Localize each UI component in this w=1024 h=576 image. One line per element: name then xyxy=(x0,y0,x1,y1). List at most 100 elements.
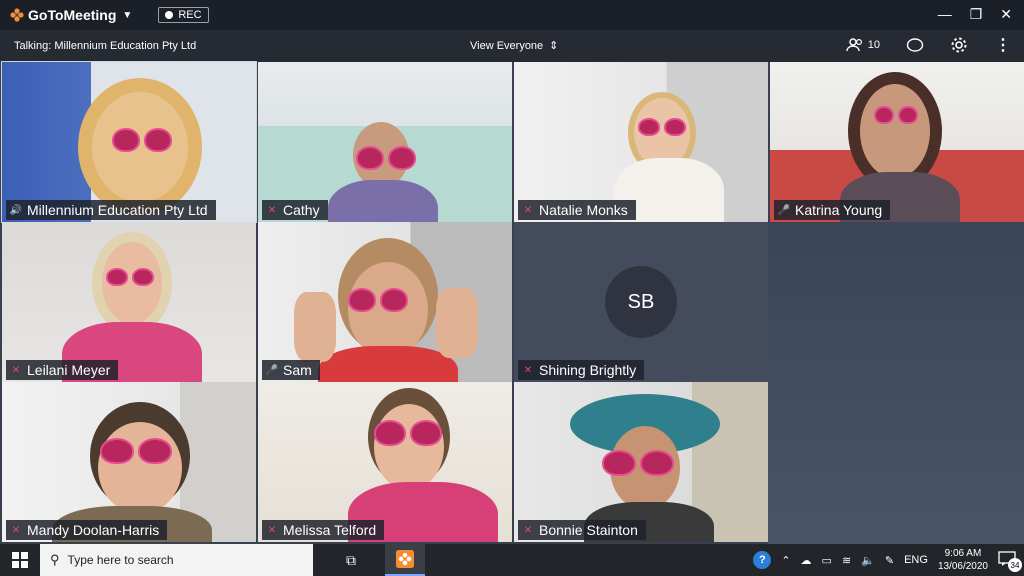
video-tile[interactable]: ✕ Cathy xyxy=(258,62,512,222)
cloud-icon[interactable]: ☁ xyxy=(801,554,812,567)
participant-name: Cathy xyxy=(283,202,320,218)
attendee-count: 10 xyxy=(867,39,880,51)
participant-name-tag: 🎤 Sam xyxy=(262,360,320,380)
video-tile[interactable]: 🎤 Sam xyxy=(258,222,512,382)
more-vertical-icon[interactable]: ⋮ xyxy=(994,36,1012,54)
search-placeholder: Type here to search xyxy=(67,553,174,567)
participant-name: Melissa Telford xyxy=(283,522,377,538)
participant-name-tag: 🔊 Millennium Education Pty Ltd xyxy=(6,200,216,220)
battery-icon[interactable]: ▭ xyxy=(822,554,832,567)
mic-muted-icon: ✕ xyxy=(267,204,277,216)
participant-name-tag: ✕ Mandy Doolan-Harris xyxy=(6,520,168,540)
windows-taskbar: ⚲ Type here to search ⧉ ? ⌃ ☁ ▭ ≋ 🔈 ✎ EN… xyxy=(0,544,1024,576)
view-selector[interactable]: View Everyone ⇕ xyxy=(470,39,559,53)
wifi-icon[interactable]: ≋ xyxy=(842,554,851,567)
participant-name: Millennium Education Pty Ltd xyxy=(27,202,208,218)
mic-on-icon: 🎤 xyxy=(265,364,279,376)
sunglasses xyxy=(112,128,172,152)
pen-icon[interactable]: ✎ xyxy=(885,554,894,567)
participant-body xyxy=(318,346,458,382)
gear-icon[interactable] xyxy=(950,36,968,54)
participant-name: Mandy Doolan-Harris xyxy=(27,522,160,538)
gotomeeting-logo[interactable]: GoToMeeting ▼ xyxy=(10,7,132,23)
view-label: View Everyone xyxy=(470,39,544,52)
participant-name: Bonnie Stainton xyxy=(539,522,638,538)
participant-name-tag: ✕ Melissa Telford xyxy=(262,520,385,540)
meeting-toolbar: Talking: Millennium Education Pty Ltd Vi… xyxy=(0,30,1024,62)
sunglasses xyxy=(602,450,674,476)
windows-start-icon[interactable] xyxy=(0,544,40,576)
help-icon[interactable]: ? xyxy=(753,551,772,569)
participant-name-tag: ✕ Cathy xyxy=(262,200,328,220)
participant-name: Shining Brightly xyxy=(539,362,637,378)
participant-name: Sam xyxy=(283,362,312,378)
participant-name-tag: 🎤 Katrina Young xyxy=(774,200,891,220)
video-grid: 🔊 Millennium Education Pty Ltd ✕ Cathy ✕… xyxy=(0,61,1024,544)
chevron-updown-icon: ⇕ xyxy=(549,40,559,52)
video-tile[interactable]: ✕ Melissa Telford xyxy=(258,382,512,542)
participant-name-tag: ✕ Shining Brightly xyxy=(518,360,645,380)
close-icon[interactable]: ✕ xyxy=(1000,6,1012,23)
mic-muted-icon: ✕ xyxy=(523,204,533,216)
brand-name: GoToMeeting xyxy=(28,7,117,23)
toolbar-actions: 10 ⋮ xyxy=(846,36,1012,54)
title-bar: GoToMeeting ▼ REC — ❐ ✕ xyxy=(0,0,1024,30)
speaking-icon: 🔊 xyxy=(9,204,23,216)
video-tile[interactable]: ✕ Mandy Doolan-Harris xyxy=(2,382,256,542)
video-tile[interactable]: ✕ Leilani Meyer xyxy=(2,222,256,382)
record-dot-icon xyxy=(165,11,174,19)
sunglasses xyxy=(348,288,408,312)
grid-background xyxy=(768,222,1024,544)
participant-name-tag: ✕ Leilani Meyer xyxy=(6,360,119,380)
notifications-icon[interactable]: 34 xyxy=(998,551,1022,572)
mic-on-icon: 🎤 xyxy=(777,204,791,216)
talking-indicator: Talking: Millennium Education Pty Ltd xyxy=(14,40,197,52)
peace-hand-left xyxy=(294,292,336,362)
peace-hand-right xyxy=(436,288,478,358)
participant-video xyxy=(860,84,930,178)
video-tile[interactable]: SB ✕ Shining Brightly xyxy=(514,222,768,382)
sunglasses xyxy=(874,106,918,124)
video-tile[interactable]: 🎤 Katrina Young xyxy=(770,62,1024,222)
sunglasses xyxy=(356,146,416,170)
task-view-icon[interactable]: ⧉ xyxy=(331,544,371,576)
chat-icon[interactable] xyxy=(906,36,924,54)
search-icon: ⚲ xyxy=(50,552,60,567)
video-tile[interactable]: ✕ Bonnie Stainton xyxy=(514,382,768,542)
restore-icon[interactable]: ❐ xyxy=(970,6,983,23)
mic-muted-icon: ✕ xyxy=(11,524,21,536)
minimize-icon[interactable]: — xyxy=(938,6,952,23)
participant-name-tag: ✕ Natalie Monks xyxy=(518,200,636,220)
chevron-up-icon[interactable]: ⌃ xyxy=(781,554,790,567)
avatar: SB xyxy=(605,266,677,338)
sunglasses xyxy=(638,118,686,136)
video-tile[interactable]: ✕ Natalie Monks xyxy=(514,62,768,222)
volume-icon[interactable]: 🔈 xyxy=(861,554,875,567)
clock-date: 13/06/2020 xyxy=(937,561,988,572)
sunglasses xyxy=(100,438,172,464)
clock[interactable]: 9:06 AM 13/06/2020 xyxy=(938,547,988,573)
record-label: REC xyxy=(178,9,202,21)
mic-muted-icon: ✕ xyxy=(523,524,533,536)
chevron-down-icon[interactable]: ▼ xyxy=(122,10,132,21)
participant-name: Katrina Young xyxy=(795,202,883,218)
mic-muted-icon: ✕ xyxy=(523,364,533,376)
participant-video xyxy=(98,422,182,514)
window-controls: — ❐ ✕ xyxy=(938,6,1012,23)
language-indicator[interactable]: ENG xyxy=(904,554,928,566)
gotomeeting-taskbar-icon[interactable] xyxy=(385,544,425,576)
participant-name-tag: ✕ Bonnie Stainton xyxy=(518,520,646,540)
mic-muted-icon: ✕ xyxy=(267,524,277,536)
notification-count: 34 xyxy=(1008,558,1022,572)
sunglasses xyxy=(374,420,442,446)
people-icon xyxy=(846,38,862,52)
participant-body xyxy=(328,180,438,222)
video-tile[interactable]: 🔊 Millennium Education Pty Ltd xyxy=(1,61,257,223)
attendees-button[interactable]: 10 xyxy=(846,38,880,52)
mic-muted-icon: ✕ xyxy=(11,364,21,376)
record-button[interactable]: REC xyxy=(158,7,209,23)
participant-name: Leilani Meyer xyxy=(27,362,111,378)
taskbar-search[interactable]: ⚲ Type here to search xyxy=(40,544,313,576)
sunglasses xyxy=(106,268,154,286)
clock-time: 9:06 AM xyxy=(944,548,982,559)
